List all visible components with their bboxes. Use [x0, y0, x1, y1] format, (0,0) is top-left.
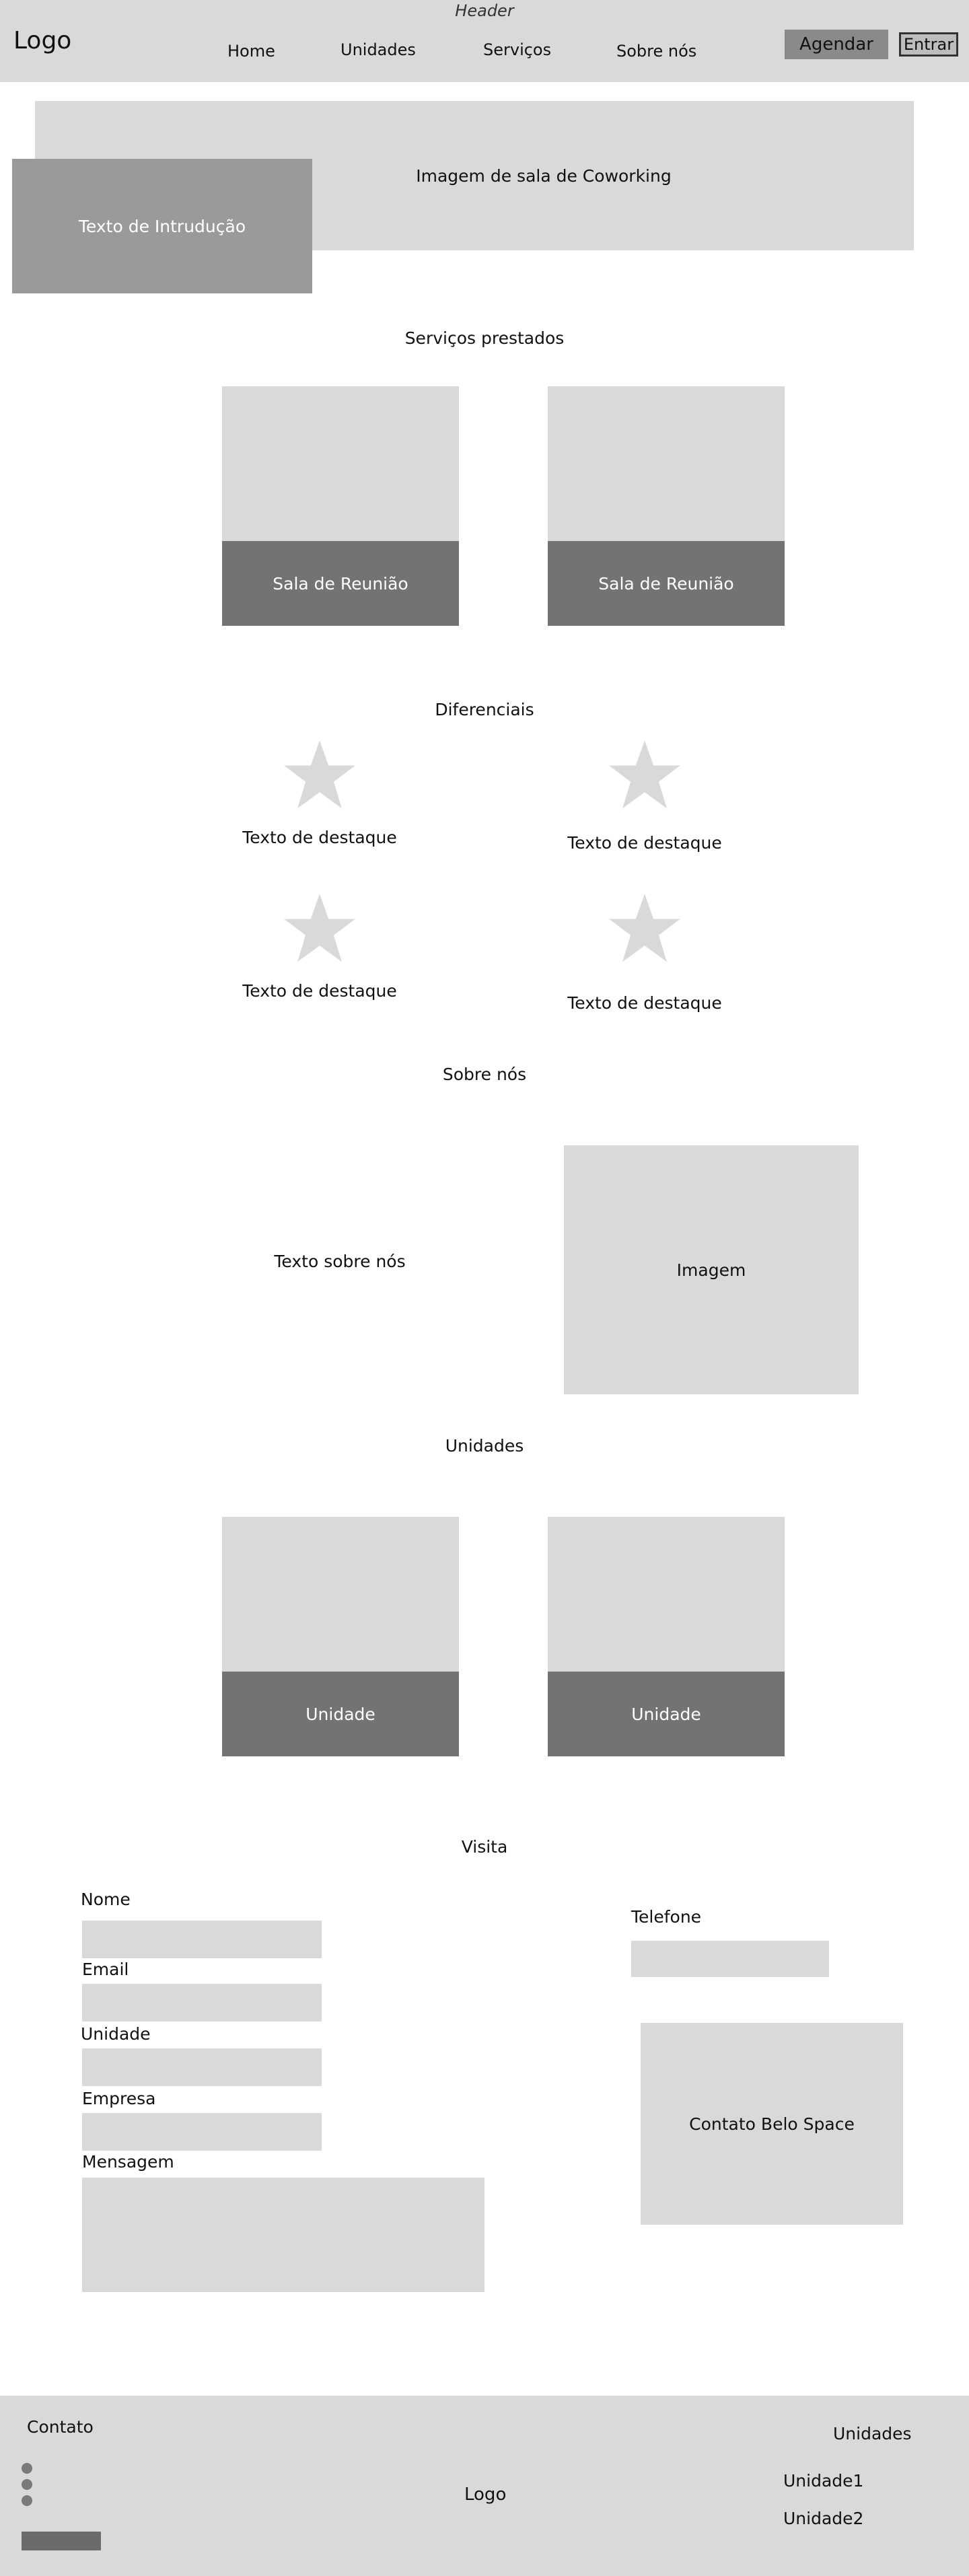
- about-title: Sobre nós: [442, 1065, 527, 1084]
- feature-text: Texto de destaque: [242, 981, 397, 1001]
- feature-text: Texto de destaque: [567, 833, 722, 853]
- star-icon: [609, 894, 680, 962]
- services-title: Serviços prestados: [404, 328, 565, 348]
- unit-card[interactable]: Unidade: [548, 1517, 785, 1756]
- social-dot-icon[interactable]: [22, 2479, 32, 2490]
- contact-box-label: Contato Belo Space: [689, 2114, 855, 2134]
- units-title: Unidades: [445, 1436, 524, 1456]
- hero-intro-label: Texto de Intrudução: [78, 216, 246, 236]
- nav-unidades[interactable]: Unidades: [340, 40, 416, 59]
- company-input[interactable]: [82, 2113, 322, 2151]
- unit-label: Unidade: [81, 2024, 151, 2044]
- header-logo[interactable]: Logo: [13, 27, 71, 55]
- footer-units-title: Unidades: [833, 2424, 912, 2443]
- social-dot-icon[interactable]: [22, 2463, 32, 2474]
- star-icon: [609, 740, 680, 809]
- footer-unit-link[interactable]: Unidade1: [783, 2471, 863, 2491]
- footer-contact-bar[interactable]: [22, 2532, 101, 2550]
- footer-unit-link[interactable]: Unidade2: [783, 2509, 863, 2528]
- footer-logo[interactable]: Logo: [464, 2484, 506, 2505]
- hero-intro-box: Texto de Intrudução: [12, 159, 312, 293]
- entrar-button[interactable]: Entrar: [899, 32, 958, 57]
- service-card-label: Sala de Reunião: [222, 541, 459, 626]
- unit-card-label: Unidade: [548, 1672, 785, 1756]
- nav-servicos[interactable]: Serviços: [483, 40, 551, 59]
- company-label: Empresa: [82, 2089, 156, 2108]
- unit-input[interactable]: [82, 2048, 322, 2086]
- social-dot-icon[interactable]: [22, 2495, 32, 2506]
- phone-label: Telefone: [631, 1907, 702, 1927]
- service-card[interactable]: Sala de Reunião: [222, 386, 459, 626]
- message-label: Mensagem: [82, 2152, 174, 2172]
- agendar-button[interactable]: Agendar: [785, 30, 888, 59]
- feature-text: Texto de destaque: [242, 828, 397, 847]
- differentials-title: Diferenciais: [435, 700, 534, 719]
- message-textarea[interactable]: [82, 2178, 485, 2292]
- unit-card[interactable]: Unidade: [222, 1517, 459, 1756]
- star-icon: [284, 740, 355, 809]
- service-card-label: Sala de Reunião: [548, 541, 785, 626]
- about-image-placeholder: Imagem: [564, 1145, 859, 1394]
- footer-contact-title: Contato: [27, 2417, 94, 2437]
- email-label: Email: [82, 1960, 129, 1979]
- about-text: Texto sobre nós: [274, 1252, 406, 1271]
- nav-home[interactable]: Home: [227, 42, 275, 61]
- unit-card-label: Unidade: [222, 1672, 459, 1756]
- about-image-label: Imagem: [676, 1260, 746, 1280]
- email-input[interactable]: [82, 1984, 322, 2022]
- nav-sobre-nos[interactable]: Sobre nós: [616, 42, 696, 61]
- star-icon: [284, 894, 355, 962]
- service-card[interactable]: Sala de Reunião: [548, 386, 785, 626]
- name-input[interactable]: [82, 1921, 322, 1958]
- feature-text: Texto de destaque: [567, 993, 722, 1013]
- contact-info-box: Contato Belo Space: [641, 2023, 903, 2225]
- visit-title: Visita: [461, 1837, 508, 1857]
- name-label: Nome: [81, 1890, 131, 1909]
- hero-image-label: Imagem de sala de Coworking: [416, 166, 672, 186]
- phone-input[interactable]: [631, 1941, 829, 1977]
- header-label: Header: [455, 1, 514, 20]
